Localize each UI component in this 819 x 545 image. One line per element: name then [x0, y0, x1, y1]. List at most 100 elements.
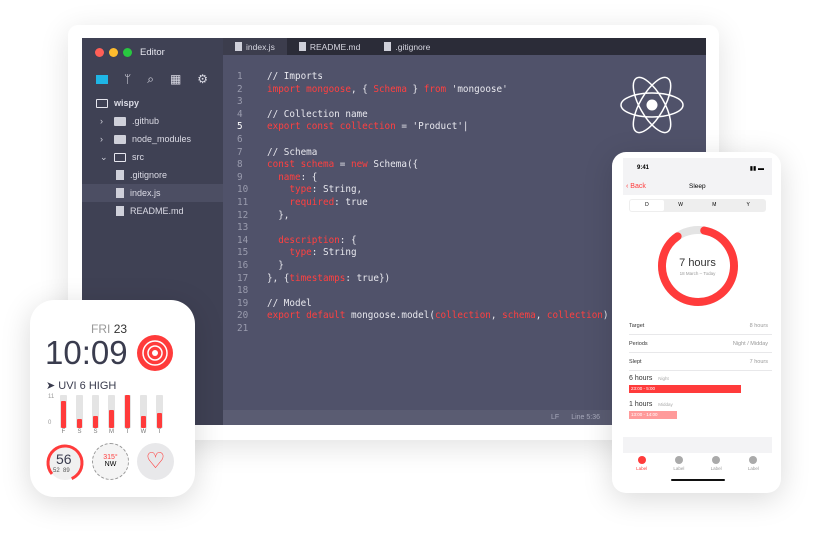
segmented-control: DWMY [629, 199, 766, 212]
maximize-button[interactable] [123, 48, 132, 57]
gauge-high: 89 [63, 468, 70, 474]
tab-bar: Label Label Label Label [623, 456, 772, 471]
tab-item[interactable]: Label [636, 456, 647, 471]
segment-M[interactable]: M [698, 200, 732, 211]
uv-day-label: W [140, 429, 147, 435]
code-token: , { [350, 83, 374, 95]
tab-label: README.md [309, 41, 361, 52]
code-line: 9 name: { [223, 172, 609, 185]
uv-day-label: F [61, 429, 66, 435]
back-button[interactable]: ‹ Back [626, 183, 646, 190]
chevron-right-icon: › [100, 134, 103, 144]
tree-item[interactable]: index.js [82, 184, 223, 202]
code-line: 2 import mongoose, { Schema } from 'mongo… [223, 84, 609, 97]
tab[interactable]: index.js [223, 38, 287, 55]
code-token: import mongoose [267, 83, 351, 95]
code-token: , [490, 310, 503, 322]
code-token: name [278, 171, 301, 183]
line-number: 17 [237, 272, 249, 284]
tree-item-label: src [132, 152, 144, 162]
line-number: 6 [237, 133, 243, 145]
tab-item[interactable]: Label [748, 456, 759, 471]
line-number: 9 [237, 171, 243, 183]
git-branch-icon[interactable]: ᛘ [124, 72, 131, 87]
uv-bar: S [76, 395, 83, 435]
sleep-period: 6 hours Night 23:00 - 5:00 [629, 375, 769, 393]
code-token: : true [334, 196, 368, 208]
code-line: 7 // Schema [223, 147, 609, 160]
uv-bar: F [60, 395, 67, 435]
uv-bar: M [108, 395, 115, 435]
code-token: : { [300, 171, 318, 183]
tree-item[interactable]: ⌄ src [82, 148, 223, 166]
info-row: Target 8 hours [629, 317, 772, 335]
tree-item-label: .gitignore [130, 170, 168, 180]
tab-item[interactable]: Label [673, 456, 684, 471]
tab[interactable]: README.md [287, 38, 373, 55]
line-number: 1 [237, 71, 243, 82]
gear-icon[interactable]: ⚙ [197, 72, 208, 87]
uv-bar: S [92, 395, 99, 435]
tree-item[interactable]: › node_modules [82, 130, 223, 148]
info-row: Slept 7 hours [629, 353, 772, 371]
segment-W[interactable]: W [664, 200, 698, 211]
code-line: 12 }, [223, 210, 609, 223]
code-line: 13 [223, 222, 609, 235]
code-token: ) [602, 310, 609, 322]
minimize-button[interactable] [109, 48, 118, 57]
sleep-period: 1 hours Midday 13:00 - 14:00 [629, 401, 769, 419]
gauge-value: 56 [56, 451, 72, 467]
tab-item[interactable]: Label [711, 456, 722, 471]
tree-item-label: node_modules [132, 134, 192, 144]
watch-face: FRI 23 10:09 ➤ UVI 6 HIGH 11 0 FSSMTWT 5… [30, 300, 195, 497]
line-ending[interactable]: LF [551, 414, 559, 421]
tree-item[interactable]: README.md [82, 202, 223, 220]
code-token: : true}) [345, 272, 391, 284]
close-button[interactable] [95, 48, 104, 57]
code-token: mongoose.model( [345, 310, 435, 322]
line-number: 19 [237, 297, 249, 309]
code-token: // Imports [267, 71, 323, 82]
heart-icon[interactable]: ♡ [137, 443, 174, 480]
tree-item[interactable]: .gitignore [82, 166, 223, 184]
tab-bar: index.js README.md .gitignore [223, 38, 706, 55]
info-row: Periods Night / Midday [629, 335, 772, 353]
cursor-position[interactable]: Line 5:36 [571, 414, 600, 421]
tab[interactable]: .gitignore [372, 38, 442, 55]
segment-D[interactable]: D [630, 200, 664, 211]
code-token: description [278, 234, 340, 246]
search-icon[interactable]: ⌕ [147, 72, 154, 87]
file-icon [116, 188, 124, 198]
code-token: : String [311, 247, 357, 259]
code-token: collection [434, 310, 491, 322]
code-line: 10 type: String, [223, 184, 609, 197]
code-line: 4 // Collection name [223, 109, 609, 122]
code-line: 15 type: String [223, 247, 609, 260]
code-line: 5 export const collection = 'Product'| [223, 121, 609, 134]
folder-icon[interactable] [96, 75, 108, 84]
line-number: 11 [237, 196, 249, 208]
file-icon [298, 42, 306, 51]
folder-icon [114, 134, 126, 144]
extensions-icon[interactable]: ▦ [170, 72, 181, 87]
tree-item[interactable]: wispy [82, 94, 223, 112]
line-number: 8 [237, 159, 243, 171]
tree-item-label: wispy [114, 98, 140, 108]
chevron-down-icon: ⌄ [100, 151, 108, 162]
line-number: 10 [237, 184, 249, 196]
tree-item[interactable]: › .github [82, 112, 223, 130]
uv-day-label: S [93, 429, 98, 435]
uv-bar: W [140, 395, 147, 435]
traffic-lights [95, 48, 132, 57]
code-token: , [535, 310, 547, 322]
code-area[interactable]: 1 // Imports 2 import mongoose, { Schema } … [223, 71, 609, 335]
file-tree: wispy › .github › node_modules ⌄ src .gitignore… [82, 94, 223, 220]
segment-Y[interactable]: Y [731, 200, 765, 211]
battery-icon: ▮▮ ▬ [749, 166, 764, 172]
line-number: 7 [237, 146, 243, 158]
code-token: from [423, 83, 447, 95]
line-number: 14 [237, 234, 249, 246]
file-icon [116, 170, 124, 180]
chevron-right-icon: › [100, 116, 103, 126]
